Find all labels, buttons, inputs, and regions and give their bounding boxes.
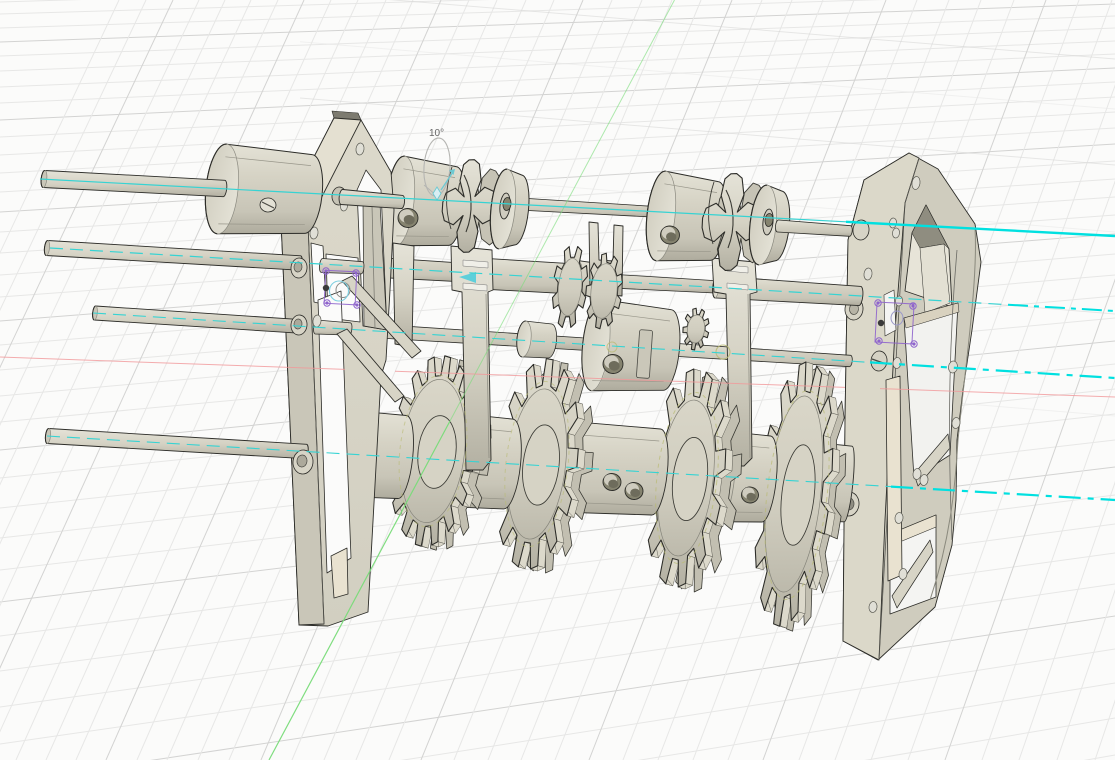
svg-text:10°: 10° (429, 128, 444, 139)
